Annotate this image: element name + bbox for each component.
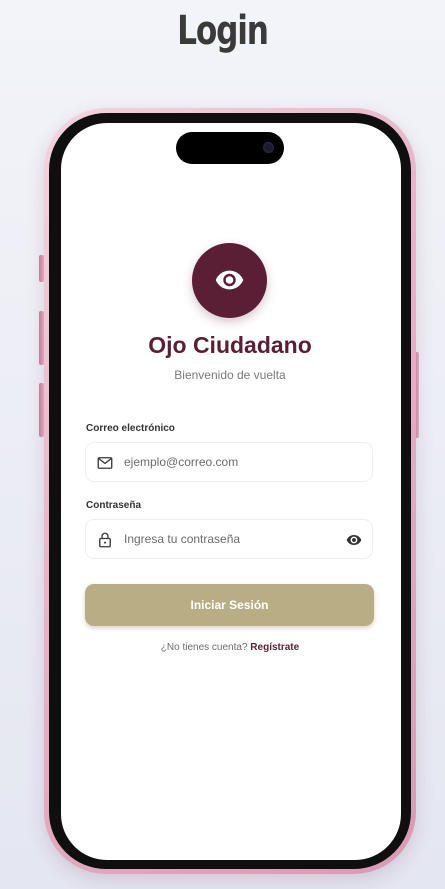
email-label: Correo electrónico (86, 423, 175, 434)
mail-icon (97, 457, 113, 469)
email-input[interactable] (124, 443, 334, 481)
app-title: Ojo Ciudadano (148, 332, 312, 358)
show-password-eye-icon[interactable] (345, 532, 363, 548)
lock-icon (99, 532, 111, 548)
signup-prompt: ¿No tienes cuenta? (160, 642, 248, 653)
password-label: Contraseña (86, 500, 142, 511)
signup-link[interactable]: Regístrate (250, 642, 299, 653)
page-heading: Login (177, 8, 269, 54)
camera-icon (263, 142, 274, 153)
login-button[interactable]: Iniciar Sesión (85, 584, 374, 626)
email-field[interactable] (85, 442, 373, 482)
phone-screen (61, 123, 401, 860)
password-field[interactable] (85, 519, 373, 559)
eye-logo-icon (215, 270, 244, 290)
signup-row: ¿No tienes cuenta? Regístrate (0, 642, 445, 653)
dynamic-island (176, 132, 284, 164)
password-input[interactable] (124, 520, 334, 558)
app-subtitle: Bienvenido de vuelta (174, 368, 286, 382)
app-logo (192, 243, 267, 318)
